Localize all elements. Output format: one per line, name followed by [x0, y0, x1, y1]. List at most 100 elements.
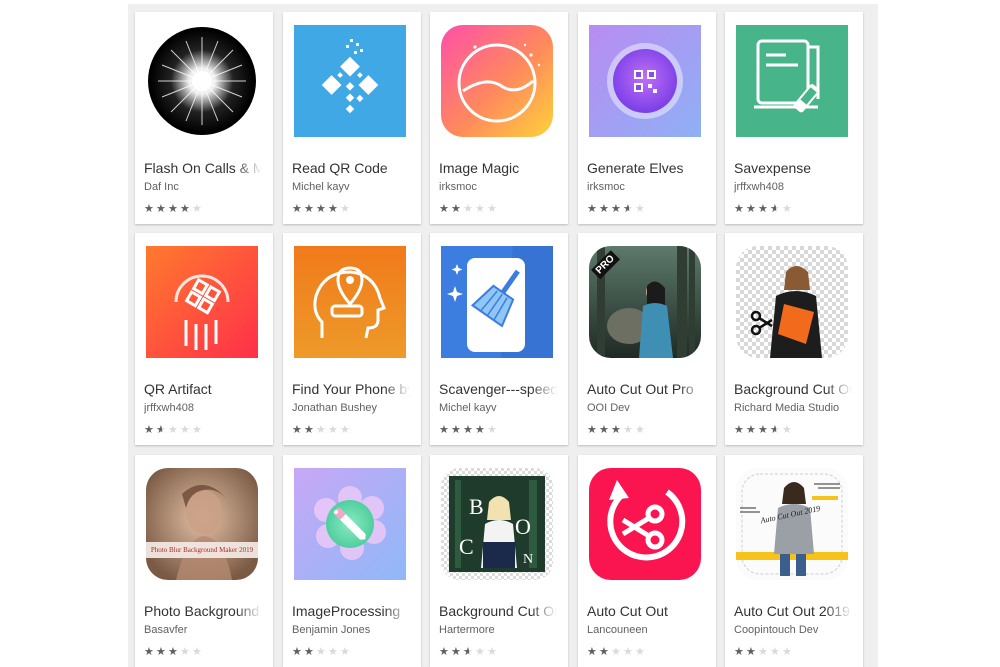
star-fill: ★: [587, 204, 597, 215]
app-title[interactable]: Auto Cut Out: [587, 603, 705, 620]
star-icon: ★: [635, 646, 645, 658]
star-icon: ★: [192, 646, 202, 658]
app-developer[interactable]: Michel kayv: [292, 180, 410, 194]
app-developer[interactable]: jrffxwh408: [144, 401, 262, 415]
star-icon: ★: [782, 424, 792, 436]
app-developer[interactable]: Coopintouch Dev: [734, 623, 852, 637]
app-card[interactable]: Scavenger---speed booster Michel kayv ★★…: [430, 233, 568, 445]
photo-blur-woman-icon: Photo Blur Background Maker 2019: [146, 468, 258, 580]
app-card[interactable]: Find Your Phone by Whistle Jonathan Bush…: [283, 233, 421, 445]
app-card[interactable]: ImageProcessing Benjamin Jones ★ ★ ★ ★ ★ ★ ★: [283, 455, 421, 667]
star-fill: ★: [439, 425, 449, 436]
app-developer[interactable]: Daf Inc: [144, 180, 262, 194]
star-fill: ★: [770, 425, 776, 436]
app-developer[interactable]: OOI Dev: [587, 401, 705, 415]
app-card[interactable]: Generate Elves irksmoc ★ ★ ★ ★ ★ ★ ★ ★ ★: [578, 12, 716, 224]
app-title[interactable]: Scavenger---speed booster: [439, 381, 557, 398]
app-developer[interactable]: irksmoc: [439, 180, 557, 194]
star-icon: ★: [487, 424, 497, 436]
star-icon: ★: [192, 424, 202, 436]
star-icon: ★: [340, 646, 350, 658]
app-developer[interactable]: Jonathan Bushey: [292, 401, 410, 415]
app-title[interactable]: Read QR Code: [292, 160, 410, 177]
star-icon: ★: [192, 203, 202, 215]
app-card[interactable]: Savexpense jrffxwh408 ★ ★ ★ ★ ★ ★ ★ ★ ★: [725, 12, 863, 224]
app-title[interactable]: Photo Background Blur: [144, 603, 262, 620]
star-icon: ★: [180, 424, 190, 436]
star-fill: ★: [599, 204, 609, 215]
star-icon: ★ ★: [463, 646, 473, 658]
star-fill: ★: [292, 204, 302, 215]
boo-letter-o: O: [515, 514, 531, 539]
star-icon: ★ ★: [587, 646, 597, 658]
phone-broom-icon: [441, 246, 553, 358]
star-icon: ★ ★: [156, 646, 166, 658]
star-icon: ★: [782, 646, 792, 658]
star-icon: ★ ★: [734, 424, 744, 436]
star-icon: ★ ★: [156, 203, 166, 215]
star-icon: ★: [487, 203, 497, 215]
app-developer[interactable]: Lancouneen: [587, 623, 705, 637]
app-card[interactable]: Auto Cut Out 2019 Auto Cut Out 2019 Coop…: [725, 455, 863, 667]
app-developer[interactable]: Hartermore: [439, 623, 557, 637]
app-title[interactable]: Auto Cut Out 2019: [734, 603, 852, 620]
app-title[interactable]: Flash On Calls & Messages: [144, 160, 262, 177]
star-fill: ★: [156, 204, 166, 215]
star-fill: ★: [623, 204, 629, 215]
star-fill: ★: [463, 425, 473, 436]
app-title[interactable]: ImageProcessing: [292, 603, 410, 620]
app-title[interactable]: Background Cut Out: [439, 603, 557, 620]
boo-letter-n: N: [523, 552, 534, 567]
app-title[interactable]: Background Cut Out: [734, 381, 852, 398]
app-developer[interactable]: Richard Media Studio: [734, 401, 852, 415]
star-icon: ★ ★: [168, 646, 178, 658]
star-icon: ★ ★: [328, 203, 338, 215]
star-icon: ★: [463, 203, 473, 215]
photo-boo-woman-icon: B O C N: [441, 468, 553, 580]
app-developer[interactable]: Basavfer: [144, 623, 262, 637]
app-title[interactable]: Auto Cut Out Pro: [587, 381, 705, 398]
app-card[interactable]: Photo Blur Background Maker 2019 Photo B…: [135, 455, 273, 667]
app-card[interactable]: PRO Auto Cut Out Pro OOI Dev ★ ★ ★ ★ ★ ★ ★ ★: [578, 233, 716, 445]
star-icon: ★: [635, 203, 645, 215]
star-icon: ★ ★: [316, 203, 326, 215]
app-developer[interactable]: Michel kayv: [439, 401, 557, 415]
app-title[interactable]: QR Artifact: [144, 381, 262, 398]
star-icon: ★ ★: [439, 646, 449, 658]
star-fill: ★: [734, 647, 744, 658]
app-title[interactable]: Generate Elves: [587, 160, 705, 177]
app-developer[interactable]: irksmoc: [587, 180, 705, 194]
app-developer[interactable]: jrffxwh408: [734, 180, 852, 194]
star-icon: ★ ★: [304, 424, 314, 436]
app-card[interactable]: Read QR Code Michel kayv ★ ★ ★ ★ ★ ★ ★ ★ ★: [283, 12, 421, 224]
app-card[interactable]: QR Artifact jrffxwh408 ★ ★ ★ ★ ★ ★ ★: [135, 233, 273, 445]
star-icon: ★: [487, 646, 497, 658]
app-card[interactable]: Flash On Calls & Messages Daf Inc ★★★★★★…: [135, 12, 273, 224]
star-fill: ★: [463, 647, 469, 658]
star-fill: ★: [439, 204, 449, 215]
star-icon: ★ ★: [746, 203, 756, 215]
app-title[interactable]: Savexpense: [734, 160, 852, 177]
star-fill: ★: [144, 204, 154, 215]
app-card[interactable]: Image Magic irksmoc ★ ★ ★ ★ ★ ★ ★: [430, 12, 568, 224]
app-title[interactable]: Image Magic: [439, 160, 557, 177]
app-developer[interactable]: Benjamin Jones: [292, 623, 410, 637]
app-card[interactable]: Background Cut Out Richard Media Studio …: [725, 233, 863, 445]
app-card[interactable]: B O C N Background Cut Out Hartermore ★ ★…: [430, 455, 568, 667]
app-card[interactable]: Auto Cut Out Lancouneen ★ ★ ★ ★ ★ ★ ★: [578, 455, 716, 667]
star-fill: ★: [475, 425, 485, 436]
star-icon: ★ ★: [144, 203, 154, 215]
star-icon: ★ ★: [587, 203, 597, 215]
star-fill: ★: [599, 647, 609, 658]
star-icon: ★ ★: [292, 424, 302, 436]
star-icon: ★: [316, 424, 326, 436]
star-icon: ★ ★: [770, 424, 780, 436]
star-fill: ★: [746, 204, 756, 215]
star-icon: ★: [328, 646, 338, 658]
star-fill: ★: [587, 425, 597, 436]
star-icon: ★ ★: [599, 646, 609, 658]
star-icon: ★ ★: [156, 424, 166, 436]
app-title[interactable]: Find Your Phone by Whistle: [292, 381, 410, 398]
star-icon: ★ ★: [439, 203, 449, 215]
star-icon: ★ ★: [587, 424, 597, 436]
